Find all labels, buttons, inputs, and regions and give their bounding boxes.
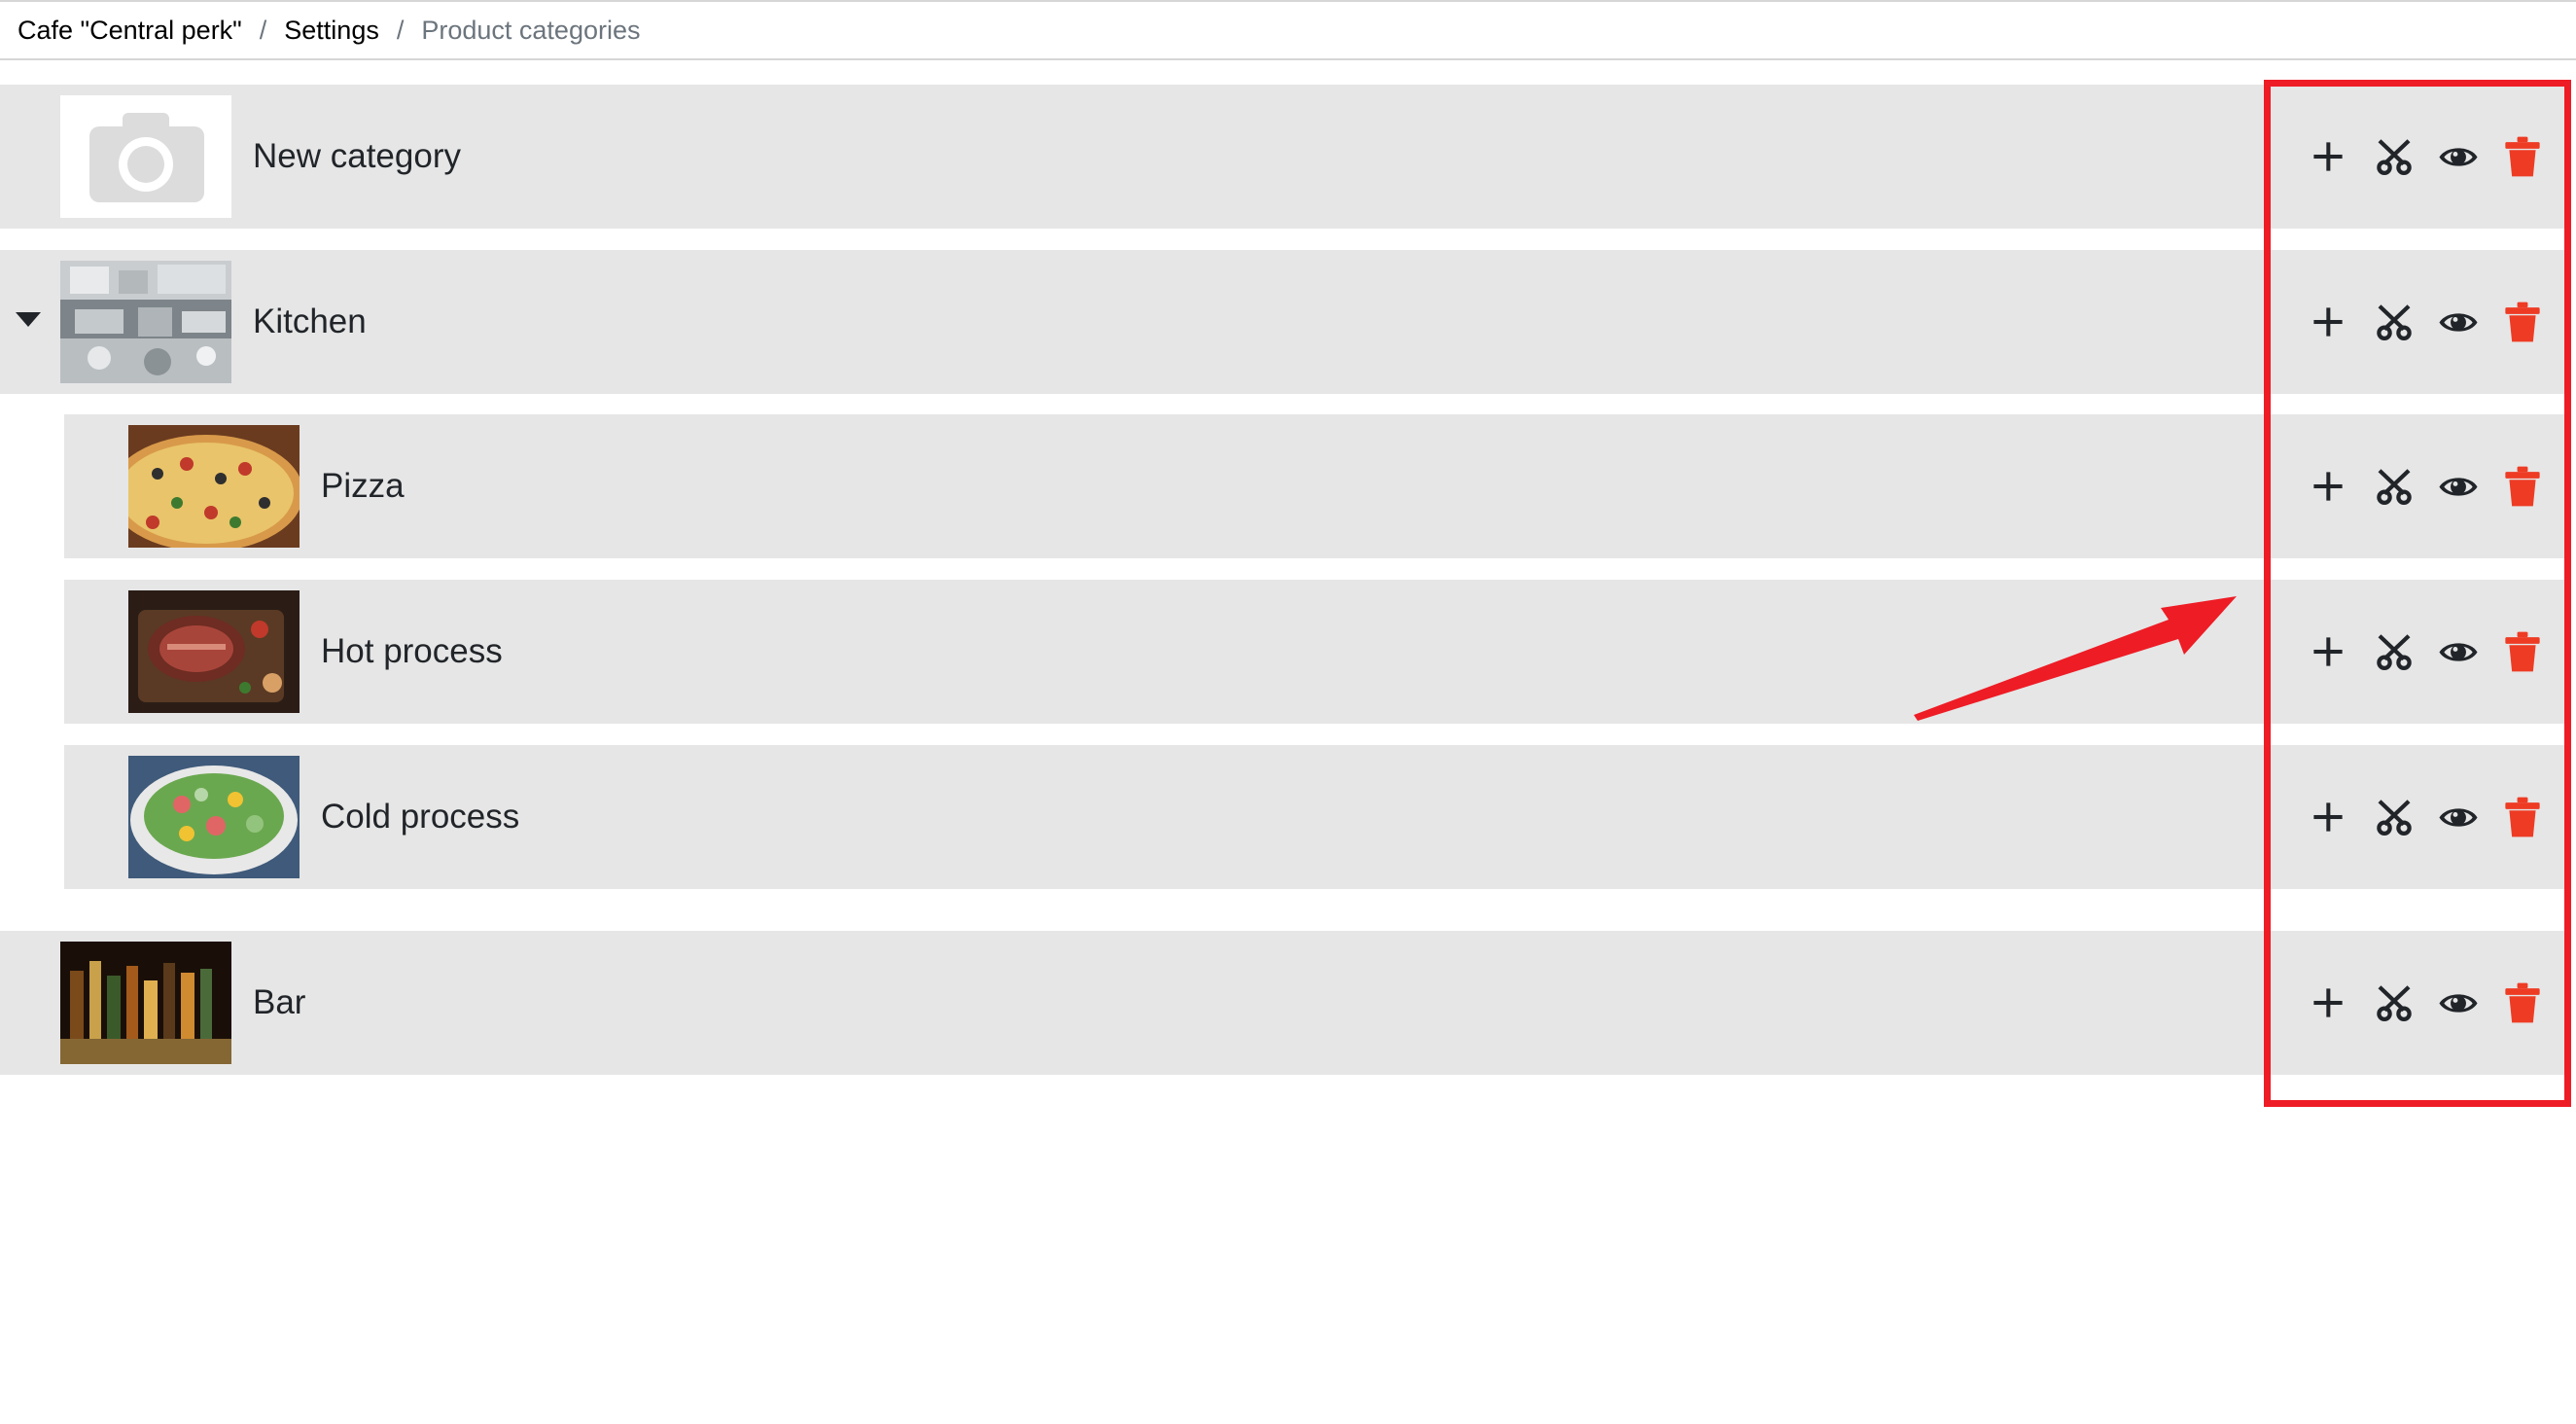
add-icon[interactable] <box>2307 630 2349 673</box>
category-name: Kitchen <box>253 303 367 340</box>
delete-icon[interactable] <box>2501 465 2544 508</box>
category-row-bar[interactable]: Bar <box>0 931 2567 1075</box>
category-row-cold-process[interactable]: Cold process <box>64 745 2567 889</box>
category-image-camera-placeholder <box>60 95 231 218</box>
add-icon[interactable] <box>2307 981 2349 1024</box>
breadcrumb-product-categories: Product categories <box>421 15 641 45</box>
category-image-steak <box>128 590 300 713</box>
category-name: Bar <box>253 983 306 1021</box>
category-name: Hot process <box>321 632 503 670</box>
add-icon[interactable] <box>2307 135 2349 178</box>
breadcrumb-separator: / <box>259 15 267 45</box>
cut-icon[interactable] <box>2373 981 2416 1024</box>
category-name: New category <box>253 137 461 175</box>
cut-icon[interactable] <box>2373 630 2416 673</box>
category-row-hot-process[interactable]: Hot process <box>64 580 2567 724</box>
category-image-kitchen <box>60 261 231 383</box>
cut-icon[interactable] <box>2373 465 2416 508</box>
breadcrumb-settings[interactable]: Settings <box>284 16 379 46</box>
view-icon[interactable] <box>2437 301 2480 343</box>
category-row-pizza[interactable]: Pizza <box>64 414 2567 558</box>
view-icon[interactable] <box>2437 981 2480 1024</box>
delete-icon[interactable] <box>2501 135 2544 178</box>
category-row-kitchen[interactable]: Kitchen <box>0 250 2567 394</box>
category-name: Pizza <box>321 467 405 505</box>
view-icon[interactable] <box>2437 465 2480 508</box>
view-icon[interactable] <box>2437 630 2480 673</box>
category-image-pizza <box>128 425 300 548</box>
add-icon[interactable] <box>2307 301 2349 343</box>
category-image-salad <box>128 756 300 878</box>
add-icon[interactable] <box>2307 796 2349 838</box>
breadcrumb: Cafe "Central perk" / Settings / Product… <box>0 0 2576 60</box>
collapse-caret-icon[interactable] <box>16 312 41 327</box>
delete-icon[interactable] <box>2501 981 2544 1024</box>
delete-icon[interactable] <box>2501 796 2544 838</box>
view-icon[interactable] <box>2437 796 2480 838</box>
cut-icon[interactable] <box>2373 796 2416 838</box>
category-row-new-category[interactable]: New category <box>0 85 2567 229</box>
category-image-bar <box>60 942 231 1064</box>
delete-icon[interactable] <box>2501 630 2544 673</box>
category-name: Cold process <box>321 798 520 836</box>
breadcrumb-cafe[interactable]: Cafe "Central perk" <box>18 16 242 46</box>
view-icon[interactable] <box>2437 135 2480 178</box>
delete-icon[interactable] <box>2501 301 2544 343</box>
add-icon[interactable] <box>2307 465 2349 508</box>
cut-icon[interactable] <box>2373 301 2416 343</box>
cut-icon[interactable] <box>2373 135 2416 178</box>
breadcrumb-separator: / <box>396 15 405 45</box>
